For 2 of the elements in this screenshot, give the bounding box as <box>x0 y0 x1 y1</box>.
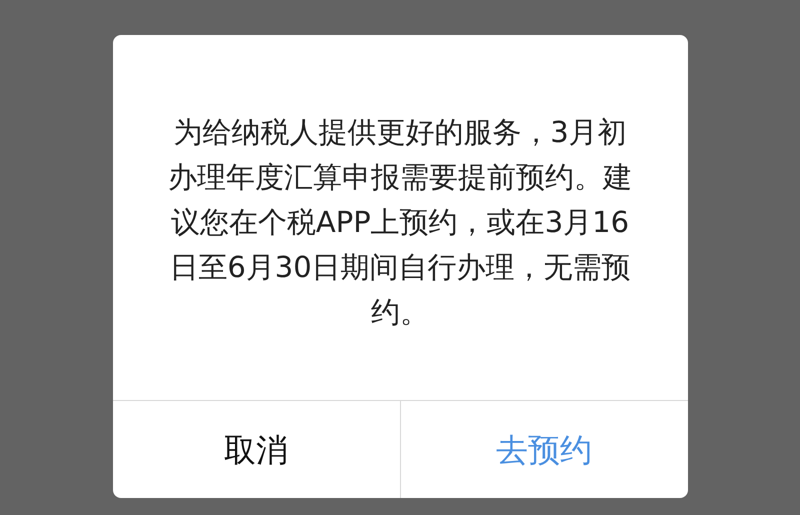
cancel-button[interactable]: 取消 <box>112 401 400 498</box>
dialog-message: 为给纳税人提供更好的服务，3月初办理年度汇算申报需要提前预约。建议您在个税APP上预约，或在3月16日至6月30日期间自行办理，无需预约。 <box>167 114 633 331</box>
